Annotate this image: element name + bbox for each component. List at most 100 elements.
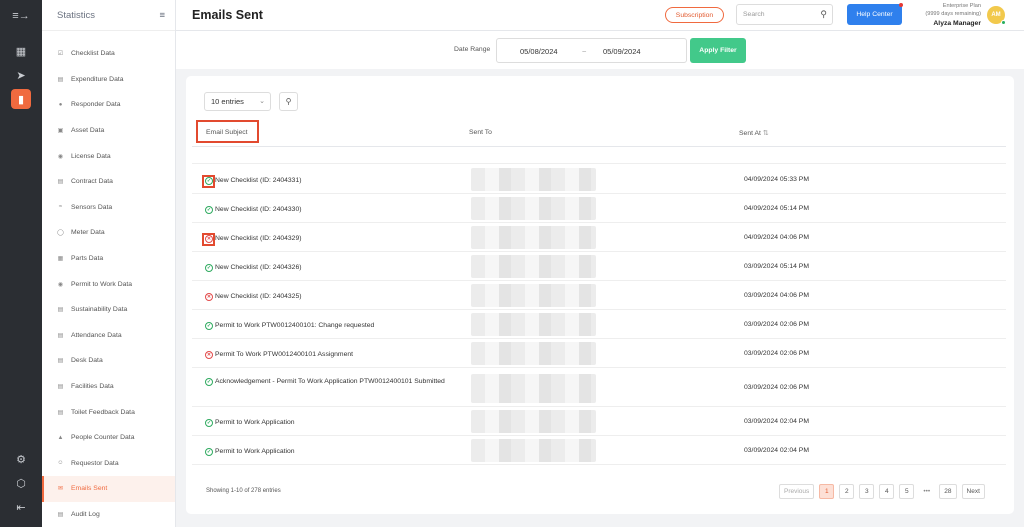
sidebar-list: ☑ Checklist Data ▤ Expenditure Data ● Respond…	[42, 41, 175, 527]
subscription-button[interactable]: Subscription	[665, 7, 724, 23]
avatar[interactable]: AM	[987, 6, 1006, 25]
sidebar-item-label: People Counter Data	[71, 434, 135, 442]
sidebar-item-sustainability-data[interactable]: ▤ Sustainability Data	[42, 297, 175, 323]
collapse-rail-icon[interactable]: ≡→	[0, 0, 42, 31]
page-size-select[interactable]: 10 entries ⌄	[204, 92, 271, 111]
sidebar-item-permit-to-work-data[interactable]: ◉ Permit to Work Data	[42, 271, 175, 297]
sidebar-item-attendance-data[interactable]: ▤ Attendance Data	[42, 323, 175, 349]
sidebar-item-people-counter-data[interactable]: ▲ People Counter Data	[42, 425, 175, 451]
page-size-value: 10 entries	[211, 97, 244, 106]
sent-at: 03/09/2024 02:06 PM	[744, 384, 809, 391]
table-row[interactable]: ✓ New Checklist (ID: 2404330) 04/09/2024 0…	[192, 194, 1006, 223]
table-row[interactable]: ✓ Acknowledgement - Permit To Work Applic…	[192, 368, 1006, 407]
last-page-button[interactable]: 28	[939, 484, 957, 499]
table-header: Email Subject Sent To Sent At ⇅	[192, 119, 1006, 147]
error-x-icon: ✕	[205, 293, 213, 301]
table-row[interactable]: ✓ New Checklist (ID: 2404326) 03/09/2024 0…	[192, 252, 1006, 281]
page-button-1[interactable]: 1	[819, 484, 835, 499]
table-search-button[interactable]: ⚲	[279, 92, 298, 111]
sent-at: 03/09/2024 02:06 PM	[744, 321, 809, 328]
sidebar-item-label: Checklist Data	[71, 50, 115, 58]
table-row[interactable]: ✓ Permit to Work Application 03/09/2024 02…	[192, 436, 1006, 465]
page-button-2[interactable]: 2	[839, 484, 855, 499]
rocket-icon[interactable]: ➤	[0, 63, 42, 87]
sidebar-item-label: Asset Data	[71, 127, 105, 135]
table-row[interactable]: ✓ Permit to Work PTW0012400101: Change re…	[192, 310, 1006, 339]
page-button-3[interactable]: 3	[859, 484, 875, 499]
sidebar-item-meter-data[interactable]: ◯ Meter Data	[42, 220, 175, 246]
highlight-email-subject-header	[196, 120, 259, 143]
email-subject: Permit To Work PTW0012400101 Assignment	[215, 351, 354, 358]
success-check-icon: ✓	[205, 322, 213, 330]
sidebar-item-contract-data[interactable]: ▤ Contract Data	[42, 169, 175, 195]
sent-to-redacted	[471, 284, 596, 307]
table-spacer-row	[192, 148, 1006, 164]
table-row[interactable]: ✓ New Checklist (ID: 2404331) 04/09/2024 0…	[192, 165, 1006, 194]
success-check-icon: ✓	[205, 206, 213, 214]
sidebar-item-requestor-data[interactable]: ☺ Requestor Data	[42, 451, 175, 477]
showing-entries-text: Showing 1-10 of 278 entries	[206, 488, 281, 494]
apply-filter-button[interactable]: Apply Filter	[690, 38, 746, 63]
sent-to-redacted	[471, 313, 596, 336]
checklist-icon: ☑	[57, 51, 64, 58]
package-icon[interactable]: ⬡	[0, 471, 42, 495]
sidebar-item-label: Permit to Work Data	[71, 280, 133, 288]
sidebar-item-label: Facilities Data	[71, 383, 114, 391]
plan-name: Enterprise Plan	[942, 3, 981, 9]
permit-icon: ◉	[57, 281, 64, 288]
sidebar-item-label: Sustainability Data	[71, 306, 128, 314]
statistics-icon[interactable]: ▮	[0, 87, 42, 111]
sustainability-icon: ▤	[57, 307, 64, 314]
user-name[interactable]: Alyza Manager	[911, 20, 981, 27]
sidebar-item-emails-sent[interactable]: ✉ Emails Sent	[42, 476, 175, 502]
sidebar-item-audit-log[interactable]: ▤ Audit Log	[42, 502, 175, 527]
date-from[interactable]: 05/08/2024	[520, 47, 558, 56]
sidebar-item-label: License Data	[71, 152, 111, 160]
search-icon[interactable]: ⚲	[820, 9, 827, 20]
next-page-button[interactable]: Next	[961, 484, 985, 499]
settings-icon[interactable]: ⚙	[0, 447, 42, 471]
sidebar-item-label: Requestor Data	[71, 459, 119, 467]
sidebar-item-toilet-feedback-data[interactable]: ▤ Toilet Feedback Data	[42, 399, 175, 425]
col-sent-to[interactable]: Sent To	[469, 129, 492, 136]
pagination: Previous 12345 ••• 28 Next	[779, 484, 985, 499]
table-row[interactable]: ✕ New Checklist (ID: 2404329) 04/09/2024 0…	[192, 223, 1006, 252]
sidebar-item-asset-data[interactable]: ▣ Asset Data	[42, 118, 175, 144]
logout-icon[interactable]: ⇤	[0, 495, 42, 519]
sidebar-item-desk-data[interactable]: ▤ Desk Data	[42, 348, 175, 374]
top-bar: Emails Sent Subscription Search ⚲ Help C…	[176, 0, 1024, 31]
sidebar-title: Statistics	[57, 9, 96, 21]
sent-at: 03/09/2024 05:14 PM	[744, 263, 809, 270]
table-row[interactable]: ✕ New Checklist (ID: 2404325) 03/09/2024 0…	[192, 281, 1006, 310]
sort-icon[interactable]: ⇅	[763, 130, 769, 137]
col-sent-at[interactable]: Sent At ⇅	[739, 129, 769, 137]
previous-page-button[interactable]: Previous	[779, 484, 815, 499]
sidebar-item-responder-data[interactable]: ● Responder Data	[42, 92, 175, 118]
search-input[interactable]: Search ⚲	[736, 4, 833, 25]
sidebar-item-sensors-data[interactable]: ≈ Sensors Data	[42, 195, 175, 221]
sidebar-item-label: Emails Sent	[71, 485, 108, 493]
sidebar-item-license-data[interactable]: ◉ License Data	[42, 143, 175, 169]
license-icon: ◉	[57, 153, 64, 160]
sidebar-item-expenditure-data[interactable]: ▤ Expenditure Data	[42, 67, 175, 93]
plan-remaining: (9999 days remaining)	[925, 10, 981, 17]
asset-icon: ▣	[57, 128, 64, 135]
sidebar-item-parts-data[interactable]: ▦ Parts Data	[42, 246, 175, 272]
table-row[interactable]: ✓ Permit to Work Application 03/09/2024 02…	[192, 407, 1006, 436]
date-range-picker[interactable]: 05/08/2024 ~ 05/09/2024	[496, 38, 687, 63]
date-to[interactable]: 05/09/2024	[603, 47, 641, 56]
help-center-button[interactable]: Help Center	[847, 4, 902, 25]
collapse-sidebar-icon[interactable]: ≡	[159, 10, 165, 21]
page-button-5[interactable]: 5	[899, 484, 915, 499]
sidebar-item-facilities-data[interactable]: ▤ Facilities Data	[42, 374, 175, 400]
page-button-4[interactable]: 4	[879, 484, 895, 499]
requestor-icon: ☺	[57, 460, 64, 467]
contract-icon: ▤	[57, 179, 64, 186]
sidebar-item-label: Responder Data	[71, 101, 121, 109]
sent-at: 03/09/2024 04:06 PM	[744, 292, 809, 299]
sidebar-item-checklist-data[interactable]: ☑ Checklist Data	[42, 41, 175, 67]
icon-rail: ≡→ ▦ ➤ ▮ ⚙ ⬡ ⇤	[0, 0, 42, 527]
table-row[interactable]: ✕ Permit To Work PTW0012400101 Assignment…	[192, 339, 1006, 368]
dashboard-icon[interactable]: ▦	[0, 39, 42, 63]
email-subject: New Checklist (ID: 2404329)	[215, 235, 302, 242]
